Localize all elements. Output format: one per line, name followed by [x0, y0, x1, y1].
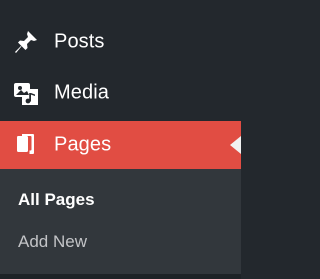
pushpin-icon [11, 27, 41, 57]
menu-item-label: Posts [54, 30, 105, 53]
menu-item-posts[interactable]: Posts [0, 22, 241, 62]
menu-item-pages[interactable]: Pages [0, 121, 241, 169]
current-menu-pointer [230, 136, 241, 154]
admin-sidebar-menu: Posts Media Pages All Pages Add New [0, 0, 241, 279]
menu-item-label: Media [54, 81, 109, 104]
menu-divider [0, 274, 241, 279]
pages-submenu: All Pages Add New [0, 169, 241, 274]
menu-item-label: Pages [54, 133, 112, 156]
menu-item-media[interactable]: Media [0, 73, 241, 113]
submenu-item-all-pages[interactable]: All Pages [18, 190, 95, 210]
submenu-item-add-new[interactable]: Add New [18, 232, 87, 252]
media-icon [11, 78, 41, 108]
pages-icon [11, 130, 41, 160]
